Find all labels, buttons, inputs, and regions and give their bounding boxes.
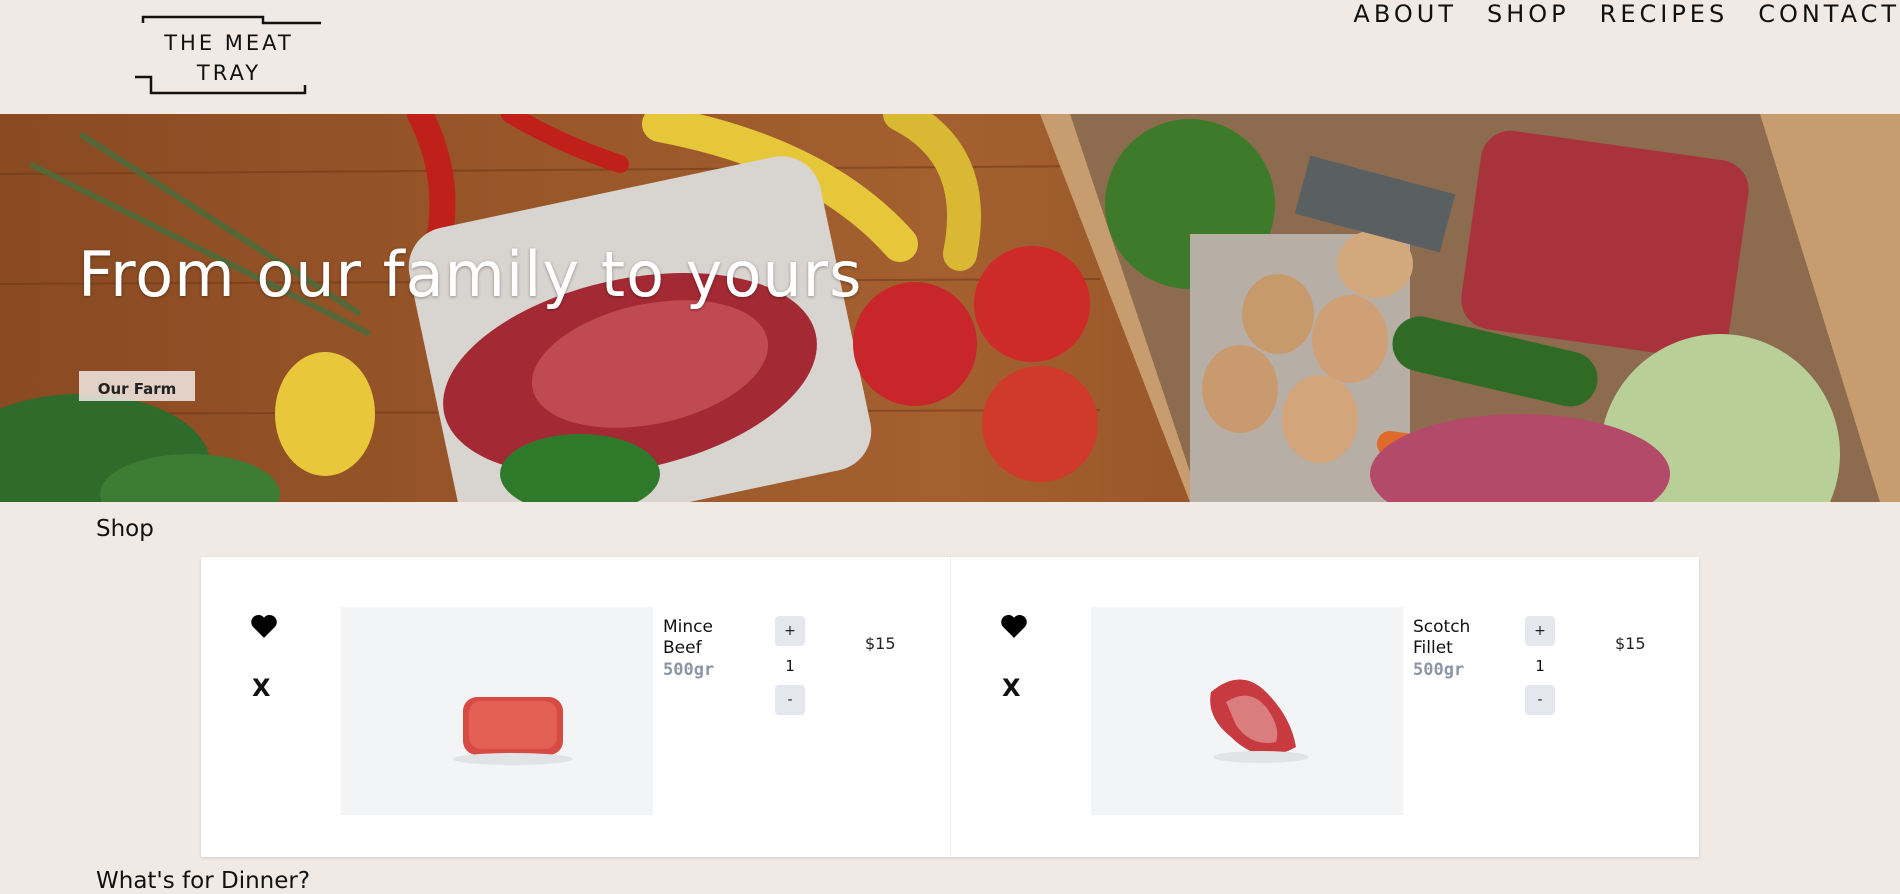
nav-contact[interactable]: CONTACT bbox=[1758, 0, 1900, 28]
hero-banner: From our family to yours Our Farm bbox=[0, 114, 1900, 502]
quantity-value: 1 bbox=[1535, 657, 1545, 675]
heart-icon[interactable] bbox=[999, 613, 1029, 639]
product-name: Mince Beef bbox=[663, 617, 713, 658]
cart-panel: X Mince Beef 500gr + 1 - $15 X Scotch Fi… bbox=[201, 557, 1699, 857]
logo-line-2: TRAY bbox=[196, 61, 262, 85]
increase-quantity-button[interactable]: + bbox=[775, 616, 805, 646]
shop-title: Shop bbox=[96, 516, 154, 542]
nav-recipes[interactable]: RECIPES bbox=[1600, 0, 1729, 28]
decrease-quantity-button[interactable]: - bbox=[775, 685, 805, 715]
product-price: $15 bbox=[1615, 634, 1646, 653]
remove-item-button[interactable]: X bbox=[1002, 674, 1021, 702]
logo[interactable]: THE MEAT TRAY bbox=[133, 15, 325, 97]
logo-line-1: THE MEAT bbox=[164, 31, 294, 55]
nav-about[interactable]: ABOUT bbox=[1353, 0, 1457, 28]
our-farm-button[interactable]: Our Farm bbox=[79, 371, 195, 401]
decrease-quantity-button[interactable]: - bbox=[1525, 685, 1555, 715]
product-image bbox=[1091, 607, 1403, 815]
quantity-value: 1 bbox=[785, 657, 795, 675]
dinner-section-title: What's for Dinner? bbox=[96, 868, 311, 894]
cart-item: X Scotch Fillet 500gr + 1 - $15 bbox=[951, 557, 1700, 857]
mince-beef-image bbox=[453, 697, 573, 765]
product-price: $15 bbox=[865, 634, 896, 653]
increase-quantity-button[interactable]: + bbox=[1525, 616, 1555, 646]
product-weight: 500gr bbox=[1413, 660, 1465, 680]
remove-item-button[interactable]: X bbox=[252, 674, 271, 702]
logo-text: THE MEAT TRAY bbox=[133, 28, 325, 88]
main-nav: ABOUT SHOP RECIPES CONTACT bbox=[1323, 0, 1900, 28]
scotch-fillet-image bbox=[1210, 679, 1309, 763]
heart-icon[interactable] bbox=[249, 613, 279, 639]
hero-title: From our family to yours bbox=[78, 238, 863, 311]
cart-item: X Mince Beef 500gr + 1 - $15 bbox=[201, 557, 950, 857]
product-name: Scotch Fillet bbox=[1413, 617, 1471, 658]
product-weight: 500gr bbox=[663, 660, 715, 680]
product-image bbox=[341, 607, 653, 815]
nav-shop[interactable]: SHOP bbox=[1487, 0, 1570, 28]
site-header: THE MEAT TRAY ABOUT SHOP RECIPES CONTACT bbox=[0, 0, 1900, 114]
